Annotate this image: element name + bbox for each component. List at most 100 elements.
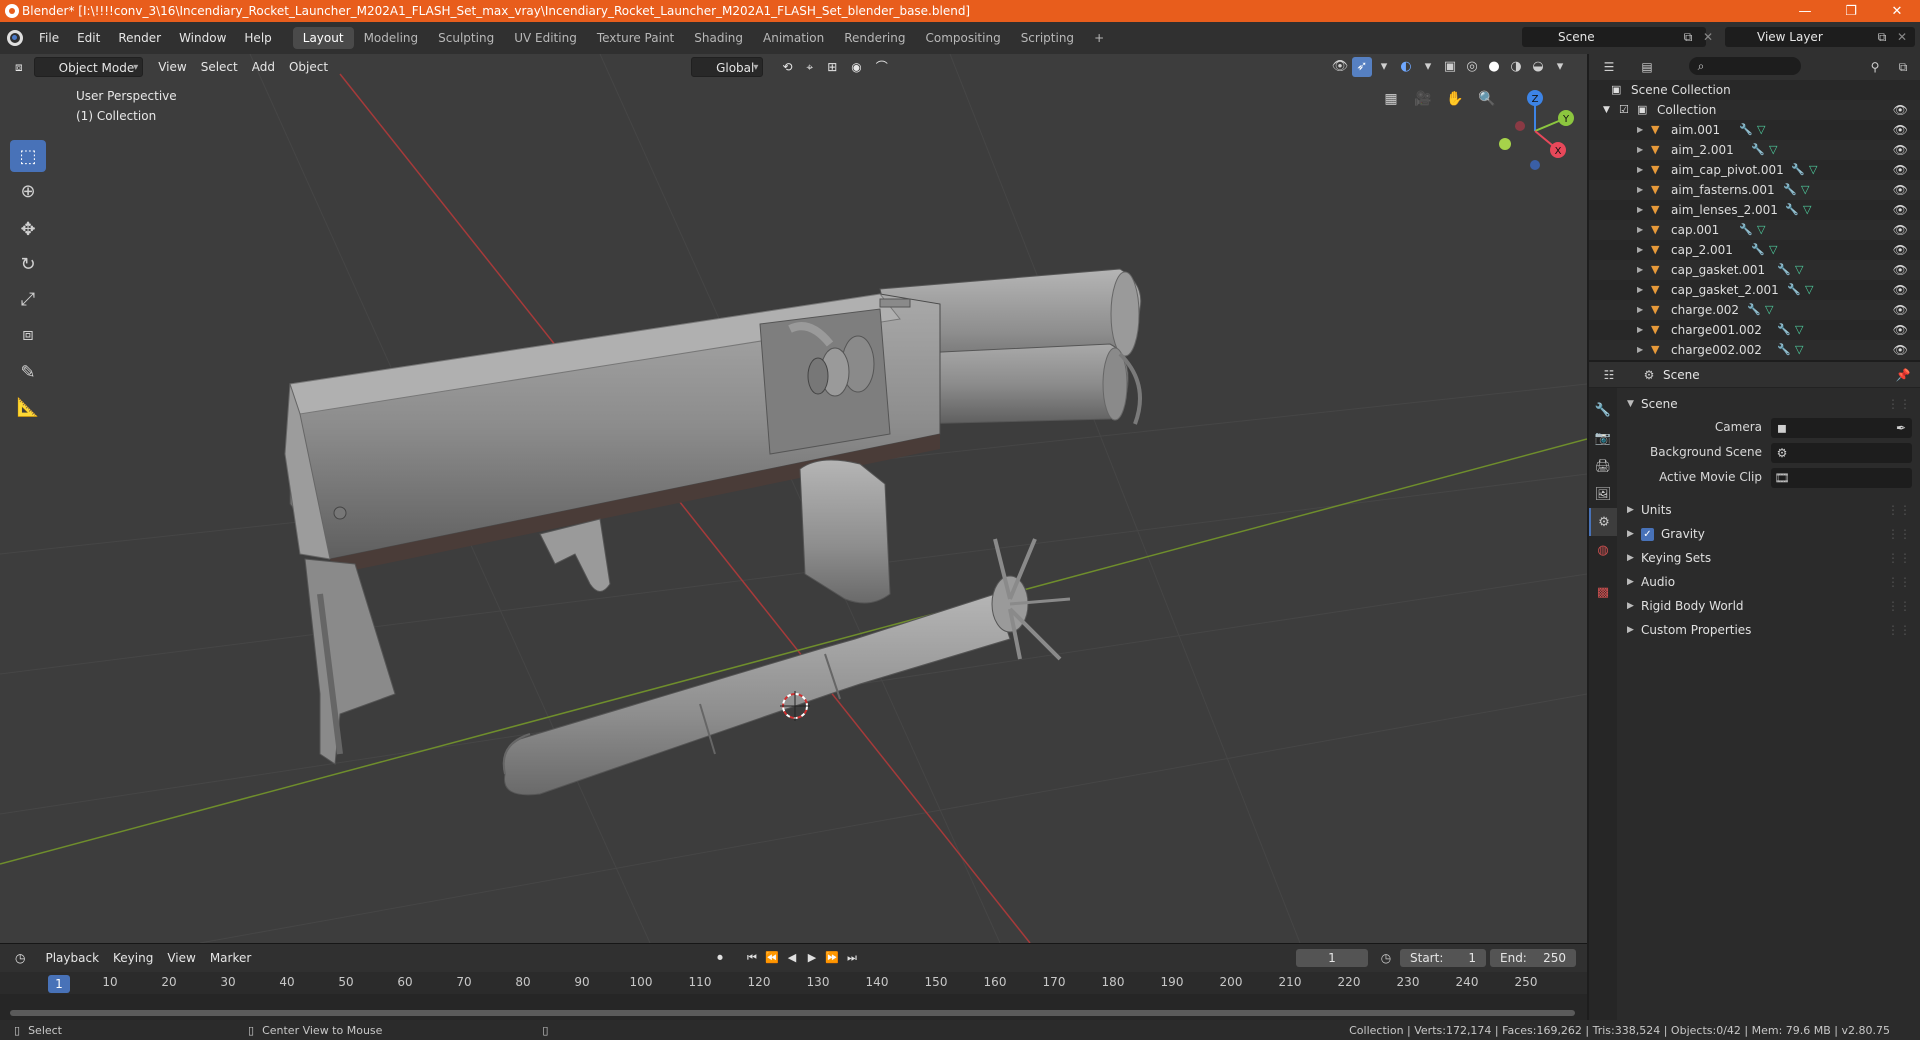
eye-icon[interactable]: 👁 [1893,300,1908,320]
viewport-menu-add[interactable]: Add [245,57,282,77]
tab-texture-paint[interactable]: Texture Paint [587,27,684,49]
menu-file[interactable]: File [30,27,68,49]
eye-icon[interactable]: 👁 [1893,340,1908,360]
tab-output-icon[interactable]: 🖨 [1589,452,1617,480]
gravity-checkbox[interactable]: ✓ [1641,528,1654,541]
chevron-right-icon[interactable]: ▶ [1637,240,1643,260]
annotate-tool-icon[interactable]: ✎ [10,356,46,388]
minimize-button[interactable]: — [1782,0,1828,22]
wireframe-shading-icon[interactable]: ◎ [1462,57,1482,77]
menu-window[interactable]: Window [170,27,235,49]
viewport-menu-select[interactable]: Select [194,57,245,77]
gizmo-dropdown-icon[interactable]: ▾ [1374,57,1394,77]
outliner-search-input[interactable]: ⌕ [1689,57,1801,75]
frame-ruler[interactable]: 10 20 30 40 50 60 70 80 90 100 110 120 1… [0,972,1587,994]
gizmo-neg-y-axis[interactable] [1499,138,1511,150]
outliner-item[interactable]: ▶ ▼ aim_cap_pivot.001 🔧 ▽ 👁 [1589,160,1920,180]
measure-tool-icon[interactable]: 📐 [10,391,46,423]
custom-properties-panel[interactable]: ▶ Custom Properties ⋮⋮ [1619,618,1919,642]
xray-toggle-icon[interactable]: ▣ [1440,57,1460,77]
shading-dropdown-icon[interactable]: ▾ [1550,57,1570,77]
current-frame-field[interactable]: 1 [1296,949,1368,967]
new-collection-icon[interactable]: ⧉ [1895,59,1911,75]
outliner-item[interactable]: ▶ ▼ charge001.002 🔧 ▽ 👁 [1589,320,1920,340]
cursor-tool-icon[interactable]: ⊕ [10,175,46,207]
chevron-right-icon[interactable]: ▶ [1637,140,1643,160]
close-button[interactable]: ✕ [1874,0,1920,22]
pan-view-icon[interactable]: ✋ [1442,86,1468,112]
delete-view-layer-icon[interactable]: ✕ [1894,29,1910,45]
scale-tool-icon[interactable]: ⤢ [10,283,46,315]
tab-compositing[interactable]: Compositing [915,27,1010,49]
3d-viewport[interactable]: ⧈ Object Mode View Select Add Object Glo… [0,54,1587,943]
outliner-item[interactable]: ▶ ▼ aim_lenses_2.001 🔧 ▽ 👁 [1589,200,1920,220]
new-view-layer-icon[interactable]: ⧉ [1874,29,1890,45]
gizmo-neg-x-axis[interactable] [1515,121,1525,131]
solid-shading-icon[interactable]: ● [1484,57,1504,77]
timeline-menu-keying[interactable]: Keying [106,948,160,968]
filter-icon[interactable]: ⚲ [1867,59,1883,75]
snap-target-icon[interactable]: ⊞ [820,57,844,77]
tab-layout[interactable]: Layout [292,27,354,49]
tab-tool-icon[interactable]: 🔧 [1589,396,1617,424]
start-frame-field[interactable]: Start: 1 [1400,949,1486,967]
rigid-body-world-panel[interactable]: ▶ Rigid Body World ⋮⋮ [1619,594,1919,618]
tab-shading[interactable]: Shading [684,27,753,49]
timeline-editor-type-icon[interactable]: ◷ [8,948,32,968]
eye-icon[interactable]: 👁 [1893,280,1908,300]
maximize-button[interactable]: ❐ [1828,0,1874,22]
collection-checkbox-icon[interactable]: ☑ [1619,100,1629,120]
current-frame-indicator[interactable]: 1 [48,975,70,993]
preview-range-icon[interactable]: ◷ [1378,950,1394,966]
chevron-right-icon[interactable]: ▶ [1637,320,1643,340]
chevron-right-icon[interactable]: ▶ [1637,120,1643,140]
move-tool-icon[interactable]: ✥ [10,213,46,245]
display-mode-icon[interactable]: ▤ [1639,59,1655,75]
falloff-icon[interactable]: ⌒ [869,57,895,77]
outliner-item[interactable]: ▶ ▼ aim.001 🔧 ▽ 👁 [1589,120,1920,140]
play-icon[interactable]: ▶ [804,949,820,967]
jump-keyframe-forward-icon[interactable]: ⏩ [824,949,840,967]
tab-sculpting[interactable]: Sculpting [428,27,504,49]
proportional-edit-icon[interactable]: ◉ [844,57,868,77]
object-visibility-icon[interactable]: 👁 [1330,57,1350,77]
menu-help[interactable]: Help [235,27,280,49]
panel-drag-handle[interactable]: ⋮⋮ [1887,498,1911,522]
outliner-item[interactable]: ▶ ▼ aim_2.001 🔧 ▽ 👁 [1589,140,1920,160]
keying-sets-panel[interactable]: ▶ Keying Sets ⋮⋮ [1619,546,1919,570]
tab-rendering[interactable]: Rendering [834,27,915,49]
panel-drag-handle[interactable]: ⋮⋮ [1887,546,1911,570]
audio-panel[interactable]: ▶ Audio ⋮⋮ [1619,570,1919,594]
eye-icon[interactable]: 👁 [1893,260,1908,280]
end-frame-field[interactable]: End: 250 [1490,949,1576,967]
outliner-item[interactable]: ▶ ▼ cap_2.001 🔧 ▽ 👁 [1589,240,1920,260]
scene-selector[interactable]: Scene [1522,27,1706,47]
gizmo-neg-z-axis[interactable] [1530,160,1540,170]
outliner-item[interactable]: ▶ ▼ cap_gasket.001 🔧 ▽ 👁 [1589,260,1920,280]
outliner-item[interactable]: ▶ ▼ charge002.002 🔧 ▽ 👁 [1589,340,1920,360]
toggle-camera-grid-icon[interactable]: ▦ [1378,86,1404,112]
tab-modeling[interactable]: Modeling [354,27,429,49]
timeline-track[interactable] [0,994,1587,1021]
chevron-right-icon[interactable]: ▶ [1637,200,1643,220]
eye-icon[interactable]: 👁 [1893,120,1908,140]
play-reverse-icon[interactable]: ◀ [784,949,800,967]
chevron-right-icon[interactable]: ▶ [1637,180,1643,200]
panel-drag-handle[interactable]: ⋮⋮ [1887,522,1911,546]
overlay-toggle-icon[interactable]: ◐ [1396,57,1416,77]
jump-end-icon[interactable]: ⏭ [844,949,860,967]
blender-menu-button[interactable] [0,22,30,54]
timeline-scrollbar[interactable] [10,1010,1575,1016]
timeline-menu-playback[interactable]: Playback [38,948,106,968]
chevron-right-icon[interactable]: ▶ [1637,260,1643,280]
rendered-shading-icon[interactable]: ◒ [1528,57,1548,77]
menu-render[interactable]: Render [109,27,170,49]
panel-drag-handle[interactable]: ⋮⋮ [1887,594,1911,618]
overlay-dropdown-icon[interactable]: ▾ [1418,57,1438,77]
timeline-menu-marker[interactable]: Marker [203,948,258,968]
chevron-right-icon[interactable]: ▶ [1637,220,1643,240]
tab-uv-editing[interactable]: UV Editing [504,27,587,49]
pin-icon[interactable]: 📌 [1895,367,1911,383]
jump-start-icon[interactable]: ⏮ [744,949,760,967]
gravity-panel[interactable]: ▶ ✓ Gravity ⋮⋮ [1619,522,1919,546]
